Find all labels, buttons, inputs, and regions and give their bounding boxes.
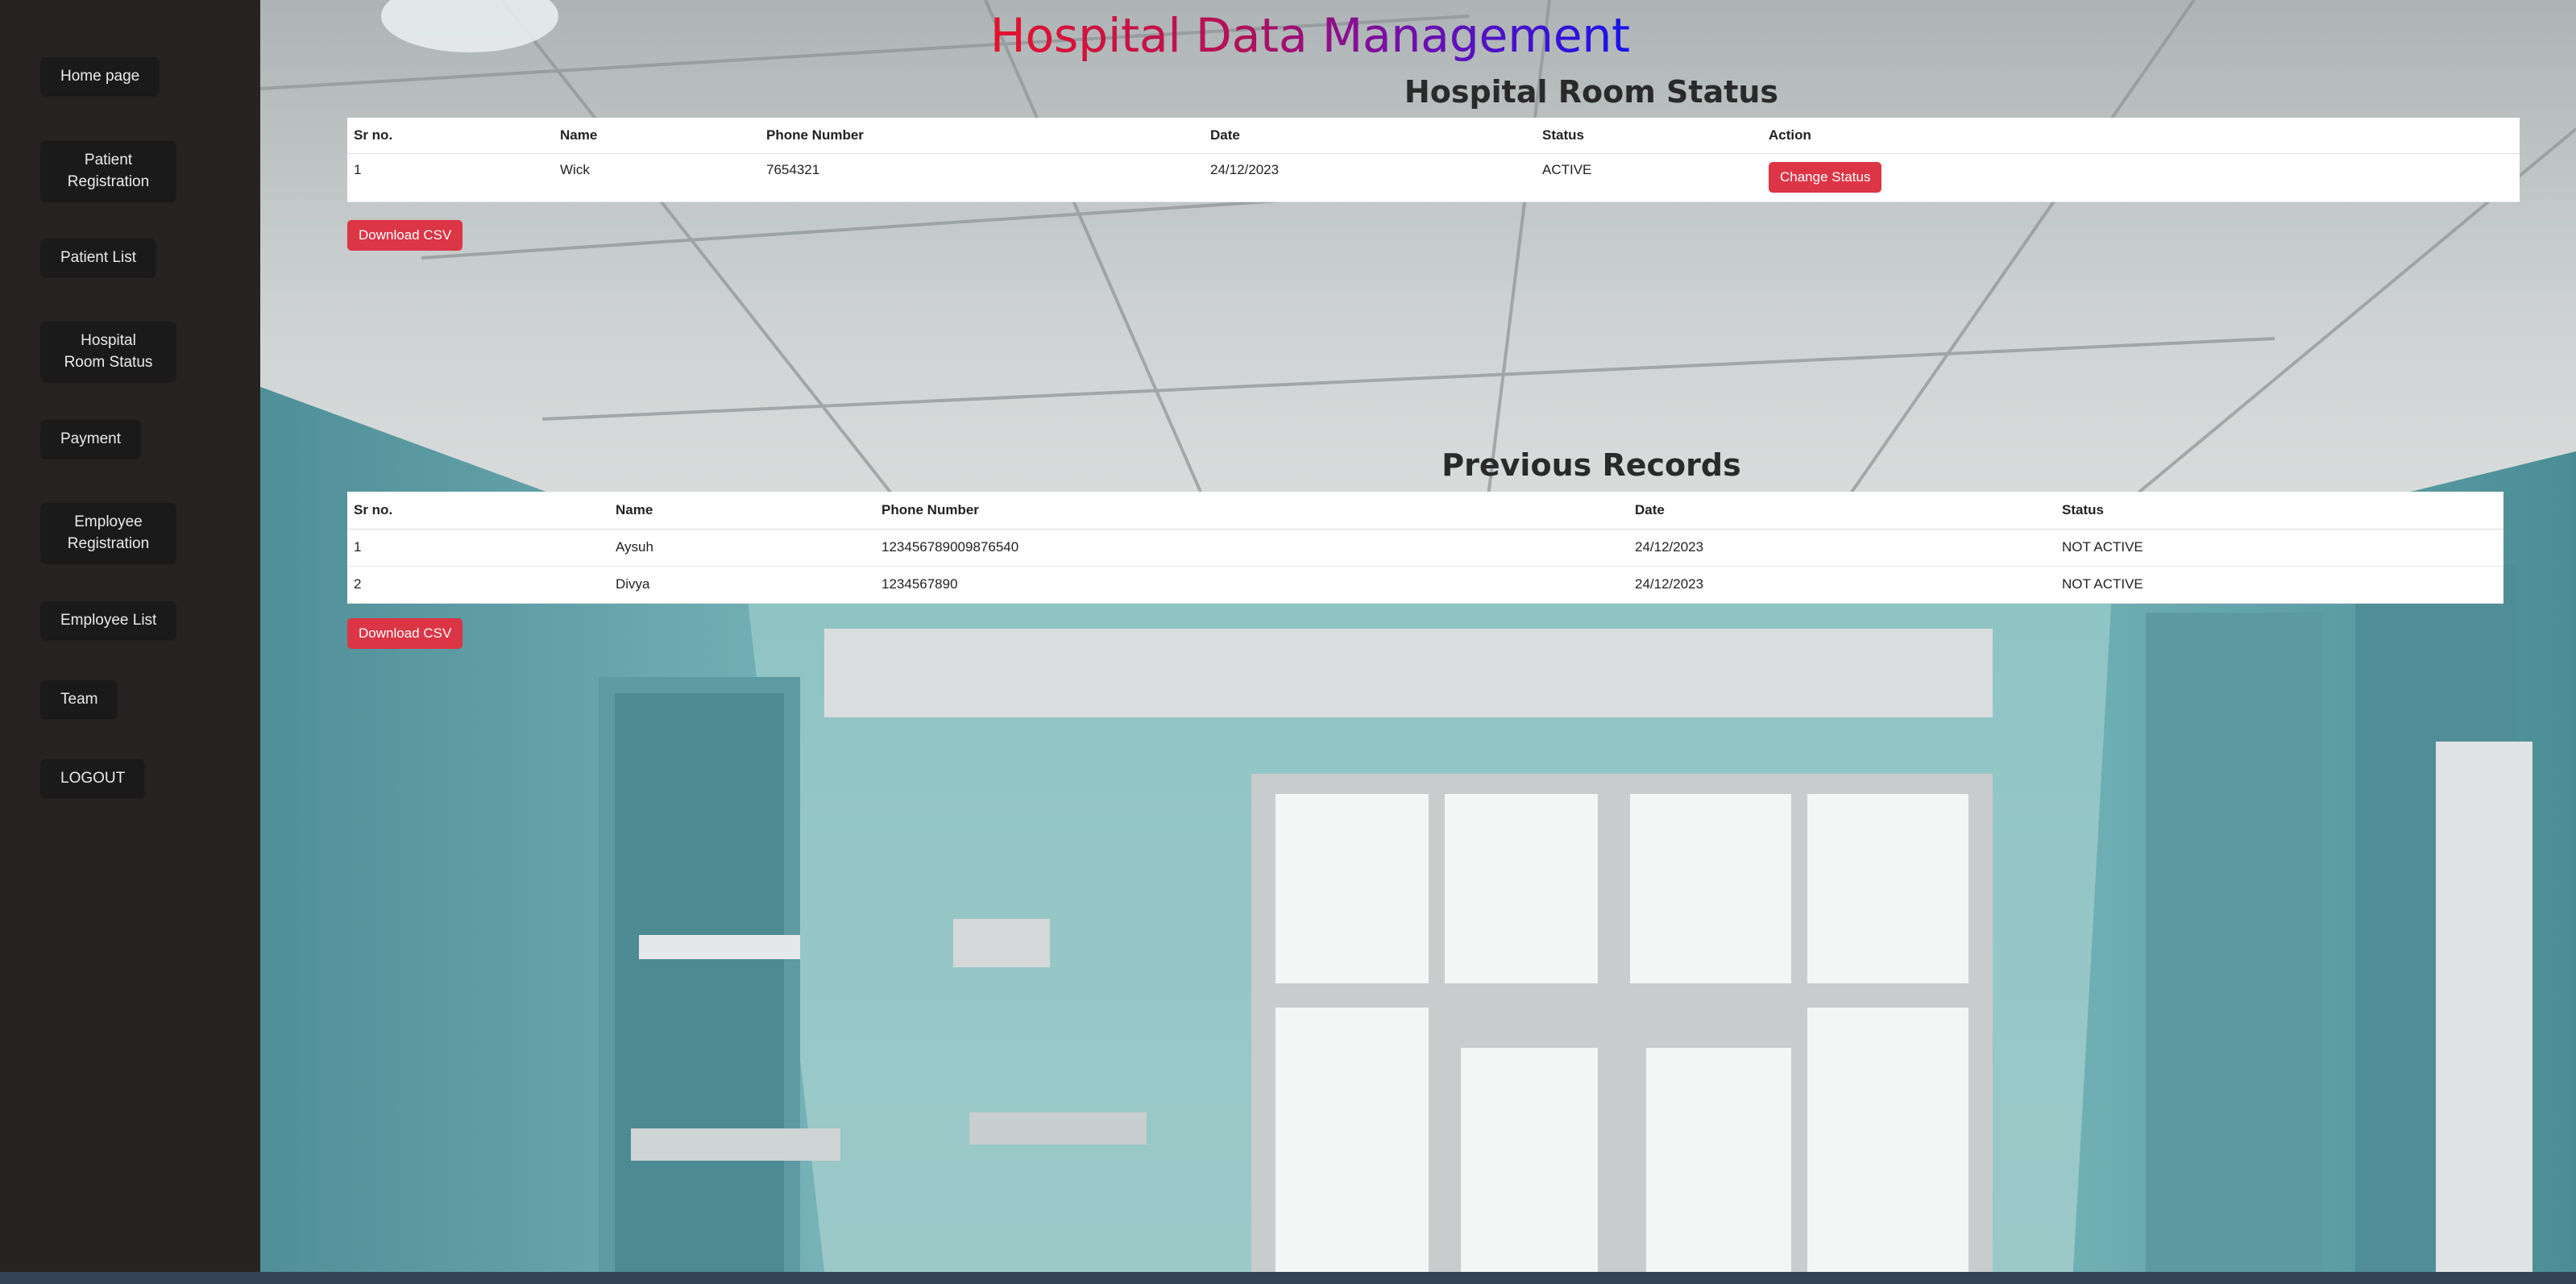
cell-sr: 1 xyxy=(347,153,554,202)
cell-name: Aysuh xyxy=(609,529,875,567)
change-status-button[interactable]: Change Status xyxy=(1769,162,1882,193)
column-header: Status xyxy=(1536,118,1762,154)
table-header-row: Sr no. Name Phone Number Date Status xyxy=(347,492,2503,530)
nav-home-page-button[interactable]: Home page xyxy=(41,57,160,95)
column-header: Action xyxy=(1762,118,2520,154)
previous-records-title: Previous Records xyxy=(1441,447,1741,483)
nav-employee-registration-button[interactable]: Employee Registration xyxy=(41,503,176,563)
cell-sr: 2 xyxy=(347,566,609,604)
nav-employee-list-button[interactable]: Employee List xyxy=(41,601,176,639)
nav-payment-button[interactable]: Payment xyxy=(41,420,140,458)
cell-phone: 1234567890 xyxy=(875,566,1628,604)
table-row: 1 Wick 7654321 24/12/2023 ACTIVE Change … xyxy=(347,153,2520,202)
column-header: Date xyxy=(1204,118,1536,154)
nav-logout-button[interactable]: LOGOUT xyxy=(41,759,145,797)
table-header-row: Sr no. Name Phone Number Date Status Act… xyxy=(347,118,2520,154)
cell-date: 24/12/2023 xyxy=(1204,153,1536,202)
column-header: Sr no. xyxy=(347,492,609,530)
cell-name: Wick xyxy=(554,153,760,202)
column-header: Phone Number xyxy=(875,492,1628,530)
nav-hospital-room-status-button[interactable]: Hospital Room Status xyxy=(41,322,176,381)
cell-status: ACTIVE xyxy=(1536,153,1762,202)
page-content: Hospital Data Management Hospital Room S… xyxy=(260,0,2576,1272)
cell-action: Change Status xyxy=(1762,153,2520,202)
cell-date: 24/12/2023 xyxy=(1628,529,2055,567)
download-csv-button[interactable]: Download CSV xyxy=(347,220,463,251)
cell-sr: 1 xyxy=(347,529,609,567)
column-header: Date xyxy=(1628,492,2055,530)
table-row: 2 Divya 1234567890 24/12/2023 NOT ACTIVE xyxy=(347,566,2503,604)
cell-name: Divya xyxy=(609,566,875,604)
bottom-bar xyxy=(0,1272,2576,1284)
app-title: Hospital Data Management xyxy=(260,8,2360,63)
download-csv-button-previous[interactable]: Download CSV xyxy=(347,618,463,649)
nav-team-button[interactable]: Team xyxy=(41,680,118,718)
cell-phone: 123456789009876540 xyxy=(875,529,1628,567)
column-header: Sr no. xyxy=(347,118,554,154)
nav-patient-list-button[interactable]: Patient List xyxy=(41,239,156,276)
cell-status: NOT ACTIVE xyxy=(2055,529,2503,567)
column-header: Name xyxy=(554,118,760,154)
column-header: Status xyxy=(2055,492,2503,530)
sidebar: Home page Patient Registration Patient L… xyxy=(0,0,260,1284)
nav-patient-registration-button[interactable]: Patient Registration xyxy=(41,141,176,201)
room-status-table: Sr no. Name Phone Number Date Status Act… xyxy=(347,118,2520,202)
cell-phone: 7654321 xyxy=(760,153,1204,202)
room-status-title: Hospital Room Status xyxy=(1404,74,1779,110)
column-header: Name xyxy=(609,492,875,530)
cell-status: NOT ACTIVE xyxy=(2055,566,2503,604)
main-content: Hospital Data Management Hospital Room S… xyxy=(260,0,2576,1272)
cell-date: 24/12/2023 xyxy=(1628,566,2055,604)
table-row: 1 Aysuh 123456789009876540 24/12/2023 NO… xyxy=(347,529,2503,567)
previous-records-table: Sr no. Name Phone Number Date Status 1 A… xyxy=(347,492,2503,604)
column-header: Phone Number xyxy=(760,118,1204,154)
